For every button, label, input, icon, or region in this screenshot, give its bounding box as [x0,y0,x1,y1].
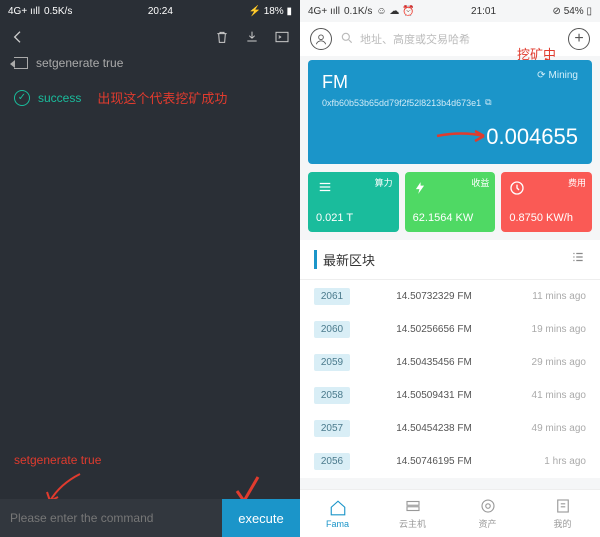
clock-icon [509,188,525,199]
search-placeholder: 地址、高度或交易哈希 [360,31,470,47]
execute-button[interactable]: execute [222,499,300,537]
annotation-success: 出现这个代表挖矿成功 [97,88,227,107]
network-indicator: 4G+ ııll [308,6,340,17]
profile-icon[interactable] [310,28,332,50]
tab-bar: Fama 云主机 资产 我的 [300,489,600,537]
balance-card[interactable]: ⟳ Mining FM 0xfb60b53b65dd79f2f52l8213b4… [308,60,592,164]
block-row[interactable]: 206114.50732329 FM11 mins ago [300,280,600,313]
result-row: ✓ success 出现这个代表挖矿成功 [0,74,300,121]
stat-hashrate[interactable]: 算力 0.021 T [308,172,399,232]
wallet-screen: 4G+ ııll 0.1K/s ☺ ☁ ⏰ 21:01 ⊘ 54% ▯ 地址、高… [300,0,600,537]
tab-cloud[interactable]: 云主机 [375,490,450,537]
command-echo: setgenerate true [0,52,300,74]
top-bar [0,22,300,52]
status-bar: 4G+ ııll 0.1K/s ☺ ☁ ⏰ 21:01 ⊘ 54% ▯ [300,0,600,22]
battery-indicator: ⚡ 18% ▮ [248,6,292,17]
back-icon[interactable] [10,29,26,45]
hashrate-icon [316,186,334,197]
clock: 21:01 [471,6,496,17]
stat-label: 费用 [568,176,586,189]
block-row[interactable]: 206014.50256656 FM19 mins ago [300,313,600,346]
terminal-icon[interactable] [274,29,290,45]
speed-indicator: 0.1K/s [344,6,372,17]
network-indicator: 4G+ ııll [8,6,40,17]
blocks-section: 最新区块 206114.50732329 FM11 mins ago 20601… [300,240,600,478]
add-button[interactable]: + [568,28,590,50]
bolt-icon [413,188,427,199]
clock: 20:24 [148,6,173,17]
stats-row: 算力 0.021 T 收益 62.1564 KW 费用 0.8750 KW/h [308,172,592,232]
stat-value: 0.8750 KW/h [509,212,573,224]
blocks-title: 最新区块 [314,250,375,269]
tab-home[interactable]: Fama [300,490,375,537]
list-icon[interactable] [570,250,586,269]
block-row[interactable]: 205714.50454238 FM49 mins ago [300,412,600,445]
stat-earnings[interactable]: 收益 62.1564 KW [405,172,496,232]
tab-mine[interactable]: 我的 [525,490,600,537]
stat-cost[interactable]: 费用 0.8750 KW/h [501,172,592,232]
arrow-annotation-balance [432,126,492,146]
stat-value: 0.021 T [316,212,353,224]
status-bar: 4G+ ııll 0.5K/s 20:24 ⚡ 18% ▮ [0,0,300,22]
status-icons: ☺ ☁ ⏰ [376,6,414,17]
mining-status: ⟳ Mining [537,70,578,81]
trash-icon[interactable] [214,29,230,45]
block-row[interactable]: 205814.50509431 FM41 mins ago [300,379,600,412]
stat-label: 算力 [375,176,393,189]
console-screen: 4G+ ııll 0.5K/s 20:24 ⚡ 18% ▮ setgenerat… [0,0,300,537]
result-label: success [38,91,81,105]
command-bar: Please enter the command execute [0,499,300,537]
copy-icon[interactable]: ⧉ [485,97,491,108]
download-icon[interactable] [244,29,260,45]
battery-indicator: ⊘ 54% ▯ [553,6,592,17]
blocks-list: 206114.50732329 FM11 mins ago 206014.502… [300,280,600,478]
command-input[interactable]: Please enter the command [0,499,222,537]
prompt-icon [14,57,28,69]
tab-assets[interactable]: 资产 [450,490,525,537]
speed-indicator: 0.5K/s [44,6,72,17]
wallet-address[interactable]: 0xfb60b53b65dd79f2f52l8213b4d673e1 ⧉ [322,97,578,108]
stat-value: 62.1564 KW [413,212,474,224]
command-text: setgenerate true [36,56,123,70]
check-icon: ✓ [14,90,30,106]
stat-label: 收益 [471,176,489,189]
typed-command: setgenerate true [14,453,101,467]
block-row[interactable]: 205914.50435456 FM29 mins ago [300,346,600,379]
block-row[interactable]: 205614.50746195 FM1 hrs ago [300,445,600,478]
search-icon [340,31,354,48]
